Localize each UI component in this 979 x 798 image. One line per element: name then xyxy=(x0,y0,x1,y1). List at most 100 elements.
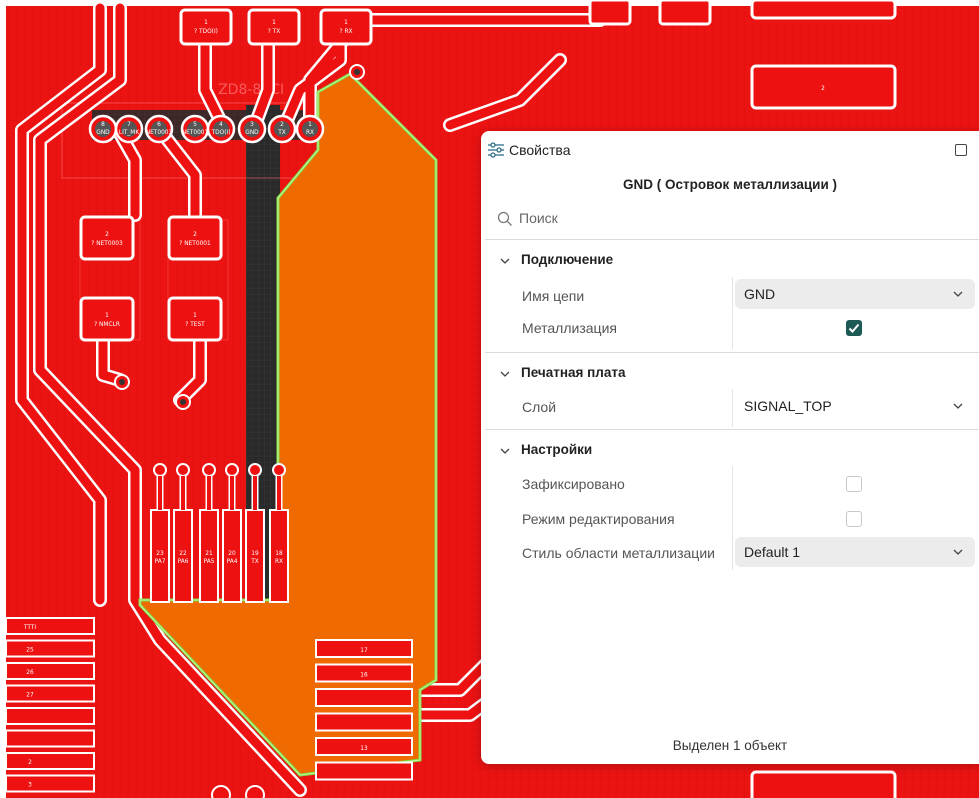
ic-pin-number: 20 xyxy=(228,549,236,557)
component-pad[interactable]: 2? NET0001 xyxy=(167,215,223,261)
bottom-connector-pin[interactable]: 13 xyxy=(315,737,413,756)
sliders-icon xyxy=(488,142,504,158)
ic-pin-name: PA7 xyxy=(155,557,166,565)
component-pad-number: 2 xyxy=(105,230,109,238)
bottom-connector-pin[interactable] xyxy=(315,688,413,707)
top-pad[interactable]: 1? RX xyxy=(319,8,373,46)
search-input[interactable]: Поиск xyxy=(497,207,979,231)
chevron-down-icon xyxy=(500,448,510,454)
top-pad-number: 1 xyxy=(272,18,276,26)
header-pin-number: 5 xyxy=(193,120,197,128)
top-pad[interactable]: 1? TDO(I) xyxy=(179,8,233,46)
left-connector-pin[interactable]: 26 xyxy=(5,662,95,680)
component-pad[interactable]: 1? NMCLR xyxy=(79,296,135,342)
bottom-connector-pin[interactable]: 16 xyxy=(315,663,413,683)
bottom-connector-pin[interactable] xyxy=(315,712,413,732)
edit-mode-checkbox[interactable] xyxy=(846,511,862,527)
divider xyxy=(485,352,979,353)
header-pin-name: GND xyxy=(96,128,110,136)
net-name-label: Имя цепи xyxy=(522,288,585,304)
left-connector-pin[interactable] xyxy=(5,729,95,748)
left-connector-pin[interactable] xyxy=(5,707,95,725)
plating-label: Металлизация xyxy=(522,320,617,336)
component-pad-name: ? TEST xyxy=(185,320,205,328)
chevron-down-icon xyxy=(500,258,510,264)
header-pin-number: 4 xyxy=(219,120,223,128)
header-pin-name: NET0001 xyxy=(182,128,209,136)
header-pin[interactable]: 4TDO(I) xyxy=(206,114,236,144)
top-pad[interactable]: 1? TX xyxy=(247,8,301,46)
section-pcb-label: Печатная плата xyxy=(521,365,626,380)
component-pad-number: 2 xyxy=(193,230,197,238)
component-pad[interactable]: 2? NET0003 xyxy=(79,215,135,261)
header-pin[interactable]: 6NET0003 xyxy=(144,114,174,144)
component-pad-number: 1 xyxy=(193,311,197,319)
header-pin-name: TX xyxy=(277,128,286,136)
layer-select[interactable]: SIGNAL_TOP xyxy=(735,391,975,421)
chevron-down-icon xyxy=(953,291,963,297)
header-pin-number: 7 xyxy=(127,120,131,128)
left-connector-pin-label: 26 xyxy=(26,668,34,676)
ic-pin-number: 22 xyxy=(179,549,187,557)
left-connector-pin[interactable]: 3 xyxy=(5,774,95,793)
search-icon xyxy=(497,211,512,226)
ic-pin-number: 23 xyxy=(156,549,164,557)
plating-checkbox[interactable] xyxy=(846,320,862,336)
header-pin-name: NET0003 xyxy=(146,128,173,136)
header-pin[interactable]: 8GND xyxy=(88,114,118,144)
component-pad-name: ? NET0003 xyxy=(91,239,123,247)
chevron-down-icon xyxy=(953,549,963,555)
header-pin[interactable]: 2TX xyxy=(267,114,297,144)
top-pads[interactable]: 1? TDO(I)1? TX1? RX xyxy=(179,8,373,46)
fixed-checkbox[interactable] xyxy=(846,476,862,492)
top-pad-name: ? TX xyxy=(268,27,281,35)
left-connector-pin[interactable]: 2 xyxy=(5,752,95,770)
left-connector-pin[interactable]: 25 xyxy=(5,639,95,658)
header-pin[interactable]: 5NET0001 xyxy=(180,114,210,144)
bottom-connector-pin[interactable]: 17 xyxy=(315,639,413,658)
panel-title: Свойства xyxy=(509,142,571,158)
checkmark-icon xyxy=(848,323,860,333)
ic-pin-name: PA6 xyxy=(178,557,189,565)
header-pin-name: LIT_MK xyxy=(119,128,140,136)
header-pin[interactable]: 7LIT_MK xyxy=(114,114,144,144)
left-connector-pin-label: 25 xyxy=(26,646,34,654)
left-connector-pin[interactable]: TTTI xyxy=(5,617,95,635)
ic-pin-name: RX xyxy=(275,557,283,565)
left-connector-pin-label: TTTI xyxy=(23,623,36,631)
properties-panel: Свойства GND ( Островок металлизации ) П… xyxy=(481,131,979,764)
header-pin-name: GND xyxy=(245,128,259,136)
component-pad-number: 1 xyxy=(105,311,109,319)
top-pad-name: ? TDO(I) xyxy=(194,27,218,35)
ic-pin-name: TX xyxy=(250,557,259,565)
ic-pin-number: 18 xyxy=(275,549,283,557)
left-connector-pin[interactable]: 27 xyxy=(5,684,95,703)
column-separator xyxy=(732,389,733,427)
bottom-connector-pin[interactable] xyxy=(315,761,413,781)
header-pin-number: 6 xyxy=(157,120,161,128)
net-name-select[interactable]: GND xyxy=(735,279,975,309)
component-pad[interactable]: 1? TEST xyxy=(167,296,223,342)
chevron-down-icon xyxy=(500,371,510,377)
left-connector-pin-label: 2 xyxy=(28,758,32,766)
header-pin-number: 2 xyxy=(280,120,284,128)
object-title: GND ( Островок металлизации ) xyxy=(622,177,838,192)
header-pin[interactable]: 1RX xyxy=(295,114,325,144)
top-pad-name: ? RX xyxy=(339,27,352,35)
chevron-down-icon xyxy=(953,403,963,409)
search-placeholder: Поиск xyxy=(519,210,558,226)
pour-style-select[interactable]: Default 1 xyxy=(735,537,975,567)
ic-pin-number: 19 xyxy=(251,549,259,557)
bottom-connector-pin-label: 16 xyxy=(360,671,368,679)
left-connector-pin-label: 3 xyxy=(28,781,32,789)
maximize-icon[interactable] xyxy=(955,144,967,156)
header-pin-number: 1 xyxy=(308,120,312,128)
pour-style-value: Default 1 xyxy=(744,544,801,560)
left-connector-pin-label: 27 xyxy=(26,691,34,699)
ic-pin-name: PA4 xyxy=(227,557,238,565)
ic-pin-name: PA5 xyxy=(204,557,215,565)
header-pin[interactable]: 3GND xyxy=(237,114,267,144)
pour-style-label: Стиль области металлизации xyxy=(522,545,715,561)
component-pad-name: ? NET0001 xyxy=(179,239,211,247)
bottom-connector-pin-label: 13 xyxy=(360,744,368,752)
